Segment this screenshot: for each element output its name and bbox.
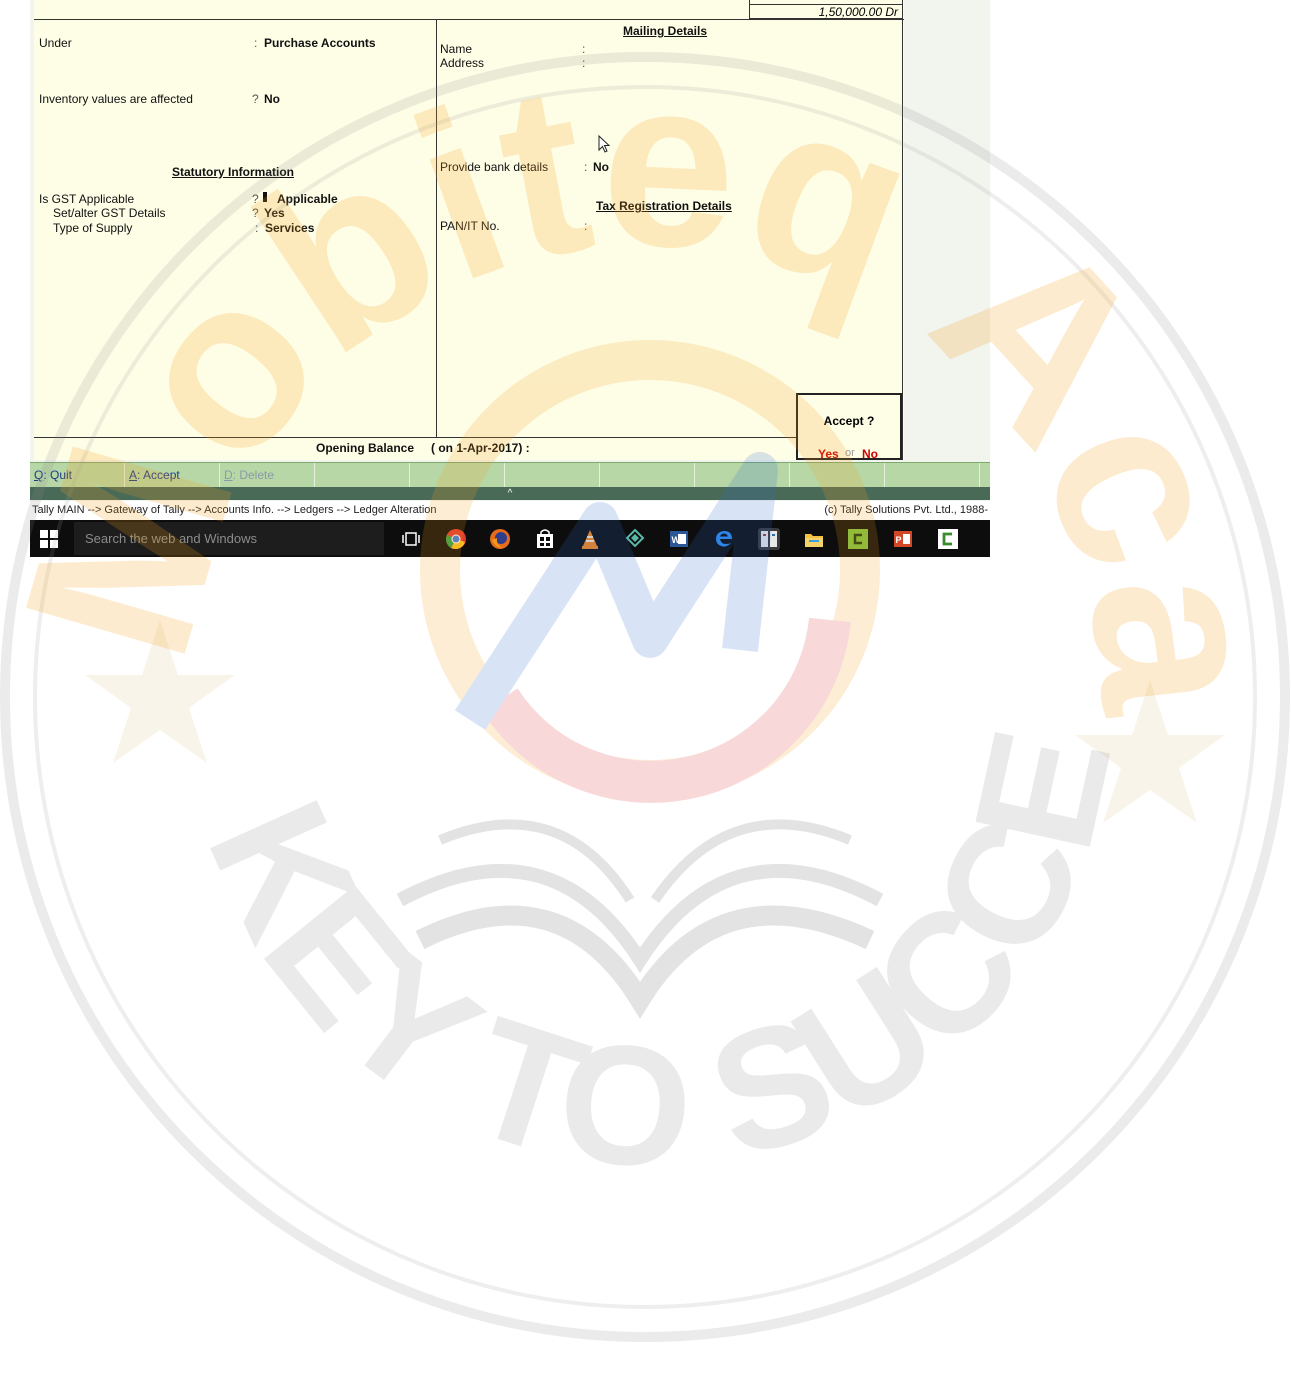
separator: :	[255, 221, 259, 235]
under-label: Under	[39, 36, 72, 50]
tax-registration-header: Tax Registration Details	[596, 199, 732, 213]
accept-or-text: or	[845, 447, 855, 459]
quit-hotkey: Q	[34, 468, 44, 482]
accept-dialog-title: Accept ?	[823, 414, 875, 428]
accept-dialog: Accept ? Yes or No	[796, 393, 902, 461]
type-of-supply-label: Type of Supply	[53, 221, 133, 235]
pan-label: PAN/IT No.	[440, 219, 500, 233]
separator: :	[582, 42, 586, 56]
address-label: Address	[440, 56, 485, 70]
empty-button	[505, 463, 600, 488]
statutory-info-header: Statutory Information	[172, 165, 294, 179]
powerpoint-icon[interactable]: P	[892, 528, 914, 550]
delete-button[interactable]: D: Delete	[220, 463, 315, 488]
word-icon[interactable]: W	[668, 528, 690, 550]
tally-icon[interactable]	[758, 528, 780, 550]
taskbar-search-input[interactable]: Search the web and Windows	[74, 522, 384, 555]
separator: ?	[252, 192, 259, 206]
quit-button[interactable]: Q: Quit	[30, 463, 125, 488]
empty-button	[695, 463, 790, 488]
empty-button	[885, 463, 980, 488]
app-icon[interactable]	[624, 528, 646, 550]
chrome-icon[interactable]	[445, 528, 467, 550]
divider	[436, 19, 437, 437]
taskbar: Search the web and Windows W P	[30, 520, 990, 557]
separator: ?	[252, 206, 259, 220]
camtasia-recorder-icon[interactable]	[937, 528, 959, 550]
cursor-icon	[263, 191, 268, 202]
type-of-supply-field[interactable]: Services	[265, 221, 314, 235]
firefox-icon[interactable]	[489, 528, 511, 550]
task-view-icon[interactable]	[400, 528, 422, 550]
delete-hotkey: D	[224, 468, 233, 482]
bank-details-field[interactable]: No	[593, 160, 609, 174]
divider	[34, 437, 800, 438]
tally-window: 1,50,000.00 Dr Under : Purchase Accounts…	[30, 0, 990, 557]
empty-button	[600, 463, 695, 488]
inventory-affected-field[interactable]: No	[264, 92, 280, 106]
delete-label: : Delete	[232, 468, 275, 482]
under-field[interactable]: Purchase Accounts	[264, 36, 376, 50]
empty-button	[410, 463, 505, 488]
divider	[902, 0, 903, 460]
opening-balance-date: ( on 1-Apr-2017) :	[431, 441, 530, 455]
mouse-pointer-icon	[598, 135, 610, 153]
gst-applicable-label: Is GST Applicable	[39, 192, 135, 206]
edge-icon[interactable]	[713, 528, 735, 550]
accept-label: : Accept	[137, 468, 180, 482]
accept-button[interactable]: A: Accept	[125, 463, 220, 488]
copyright-text: (c) Tally Solutions Pvt. Ltd., 1988-	[824, 504, 988, 516]
name-label: Name	[440, 42, 473, 56]
vlc-icon[interactable]	[579, 528, 601, 550]
gst-details-field[interactable]: Yes	[264, 206, 285, 220]
file-explorer-icon[interactable]	[803, 528, 825, 550]
button-bar: Q: Quit A: Accept D: Delete	[30, 462, 990, 488]
store-icon[interactable]	[534, 528, 556, 550]
separator: :	[584, 160, 588, 174]
breadcrumb: Tally MAIN --> Gateway of Tally --> Acco…	[32, 504, 437, 516]
svg-text:W: W	[672, 535, 681, 545]
opening-balance-label: Opening Balance	[316, 441, 415, 455]
status-bar: Tally MAIN --> Gateway of Tally --> Acco…	[30, 501, 990, 520]
svg-text:P: P	[896, 535, 902, 545]
separator: :	[584, 219, 588, 233]
windows-start-icon[interactable]	[40, 530, 58, 548]
accept-hotkey: A	[129, 468, 138, 482]
ledger-alteration-form: 1,50,000.00 Dr Under : Purchase Accounts…	[34, 0, 904, 460]
quit-label: : Quit	[43, 468, 73, 482]
separator: :	[582, 56, 586, 70]
empty-button	[790, 463, 885, 488]
accept-yes-button[interactable]: Yes	[818, 447, 839, 461]
mailing-details-header: Mailing Details	[623, 24, 708, 38]
empty-button	[315, 463, 410, 488]
gst-applicable-field[interactable]: Applicable	[277, 192, 338, 206]
gst-details-label: Set/alter GST Details	[53, 206, 166, 220]
accept-no-button[interactable]: No	[862, 447, 878, 461]
inventory-affected-label: Inventory values are affected	[39, 92, 193, 106]
separator: ?	[252, 92, 259, 106]
bank-details-label: Provide bank details	[440, 160, 549, 174]
divider	[34, 19, 904, 20]
collapse-toggle[interactable]: ^	[30, 487, 990, 500]
separator: :	[254, 36, 258, 50]
camtasia-icon[interactable]	[847, 528, 869, 550]
closing-balance: 1,50,000.00 Dr	[749, 0, 902, 19]
